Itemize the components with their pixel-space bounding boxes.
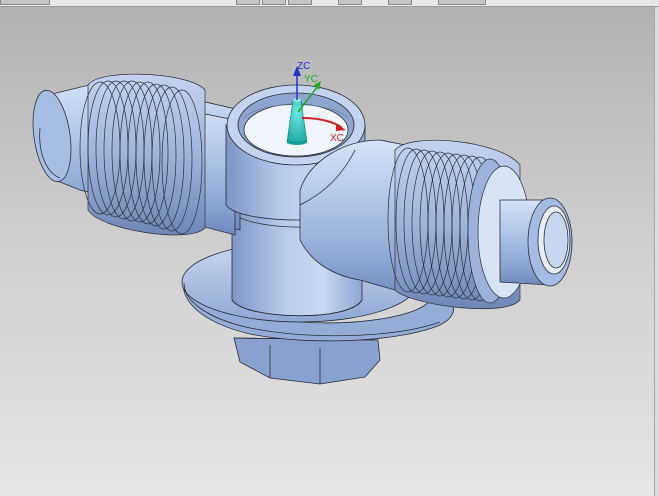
- x-axis-label: XC: [330, 133, 344, 144]
- part-model-canvas[interactable]: ZC YC XC: [0, 0, 659, 496]
- z-axis-label: ZC: [297, 61, 310, 72]
- base-hex-nut: [233, 337, 381, 385]
- cad-application: ZC YC XC: [0, 0, 659, 496]
- right-pipe-end: [499, 197, 573, 287]
- y-axis-label: YC: [304, 74, 318, 85]
- left-thread: [79, 73, 206, 236]
